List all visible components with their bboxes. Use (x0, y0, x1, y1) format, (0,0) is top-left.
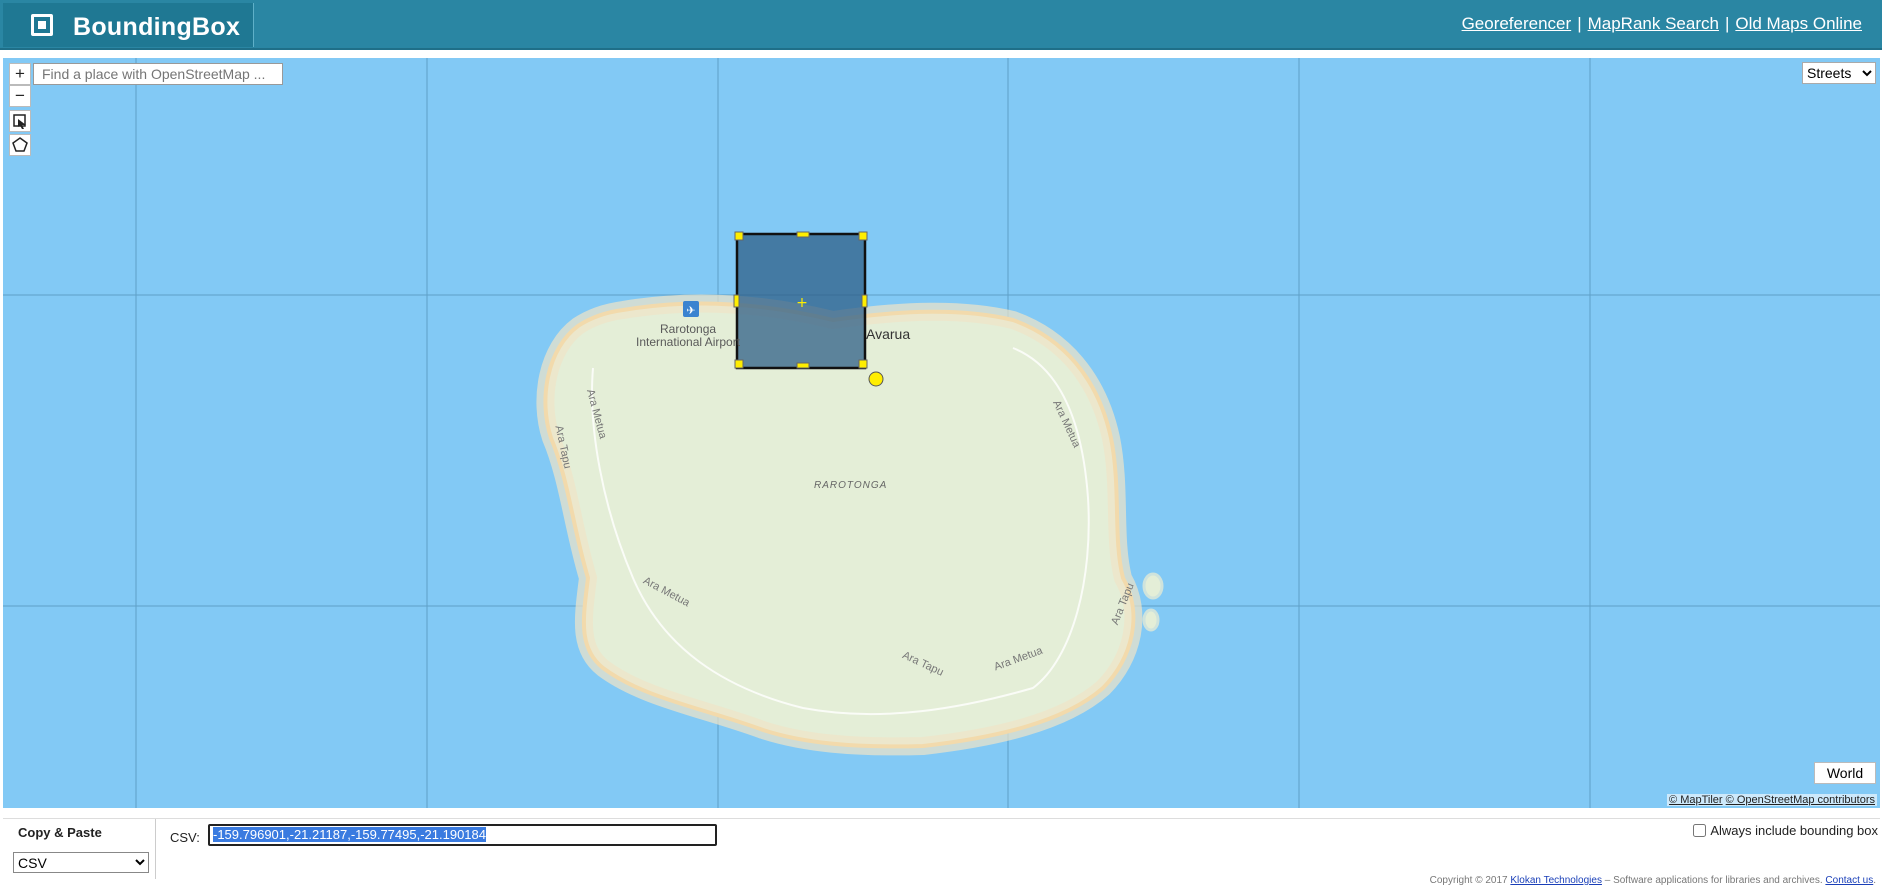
always-include-bbox-label: Always include bounding box (1710, 823, 1878, 838)
layer-select[interactable]: Streets (1802, 62, 1876, 84)
always-include-bbox-option[interactable]: Always include bounding box (1693, 823, 1878, 838)
airport-label: Rarotonga (660, 322, 717, 336)
map-canvas[interactable]: ✈ + Rarotonga International Airport Avar… (3, 58, 1880, 808)
osm-contributors-link[interactable]: © OpenStreetMap contributors (1726, 794, 1875, 806)
select-tool-button[interactable] (9, 110, 31, 132)
always-include-bbox-checkbox[interactable] (1693, 824, 1707, 837)
polygon-tool-button[interactable] (9, 134, 31, 156)
maprank-search-link[interactable]: MapRank Search (1588, 14, 1719, 33)
zoom-in-button[interactable]: + (9, 63, 31, 85)
boundingbox-logo-icon (31, 14, 53, 36)
csv-label: CSV: (170, 830, 200, 845)
csv-output-field[interactable]: -159.796901,-21.21187,-159.77495,-21.190… (208, 824, 717, 846)
nav-separator: | (1724, 14, 1730, 33)
zoom-out-button[interactable]: − (9, 85, 31, 107)
app-header: BoundingBox Georeferencer | MapRank Search… (0, 0, 1882, 50)
copy-paste-panel: Copy & Paste CSV (3, 819, 156, 879)
island-label: RAROTONGA (814, 480, 888, 491)
maptiler-link[interactable]: © MapTiler (1669, 794, 1723, 806)
map-tiles: ✈ + (3, 58, 1880, 808)
airport-label-2: International Airport (636, 335, 741, 349)
town-label: Avarua (866, 326, 911, 342)
world-button[interactable]: World (1814, 762, 1876, 784)
format-select[interactable]: CSV (13, 852, 149, 873)
top-nav-links: Georeferencer | MapRank Search | Old Maps On… (1462, 14, 1862, 34)
nav-separator: | (1577, 14, 1582, 33)
copyright-middle: – Software applications for libraries an… (1604, 875, 1823, 886)
georeferencer-link[interactable]: Georeferencer (1462, 14, 1572, 33)
svg-text:✈: ✈ (686, 304, 695, 317)
old-maps-online-link[interactable]: Old Maps Online (1735, 14, 1862, 33)
logo-text: BoundingBox (73, 13, 241, 41)
copyright-prefix: Copyright © 2017 (1429, 875, 1508, 886)
map-attribution: © MapTiler © OpenStreetMap contributors (1667, 794, 1877, 806)
klokan-link[interactable]: Klokan Technologies (1510, 875, 1602, 886)
cursor-select-icon (13, 114, 26, 129)
logo[interactable]: BoundingBox (3, 3, 254, 47)
bounding-box-rotate-handle[interactable] (868, 371, 884, 387)
contact-link[interactable]: Contact us (1825, 875, 1873, 886)
copyright-footer: Copyright © 2017 Klokan Technologies – S… (1429, 875, 1876, 886)
csv-selected-text: -159.796901,-21.21187,-159.77495,-21.190… (213, 827, 486, 842)
polygon-icon (12, 137, 28, 152)
bottom-panel: Copy & Paste CSV CSV: -159.796901,-21.21… (3, 818, 1880, 892)
svg-text:+: + (796, 295, 808, 311)
copy-paste-title: Copy & Paste (18, 825, 102, 840)
place-search-input[interactable] (33, 63, 283, 85)
